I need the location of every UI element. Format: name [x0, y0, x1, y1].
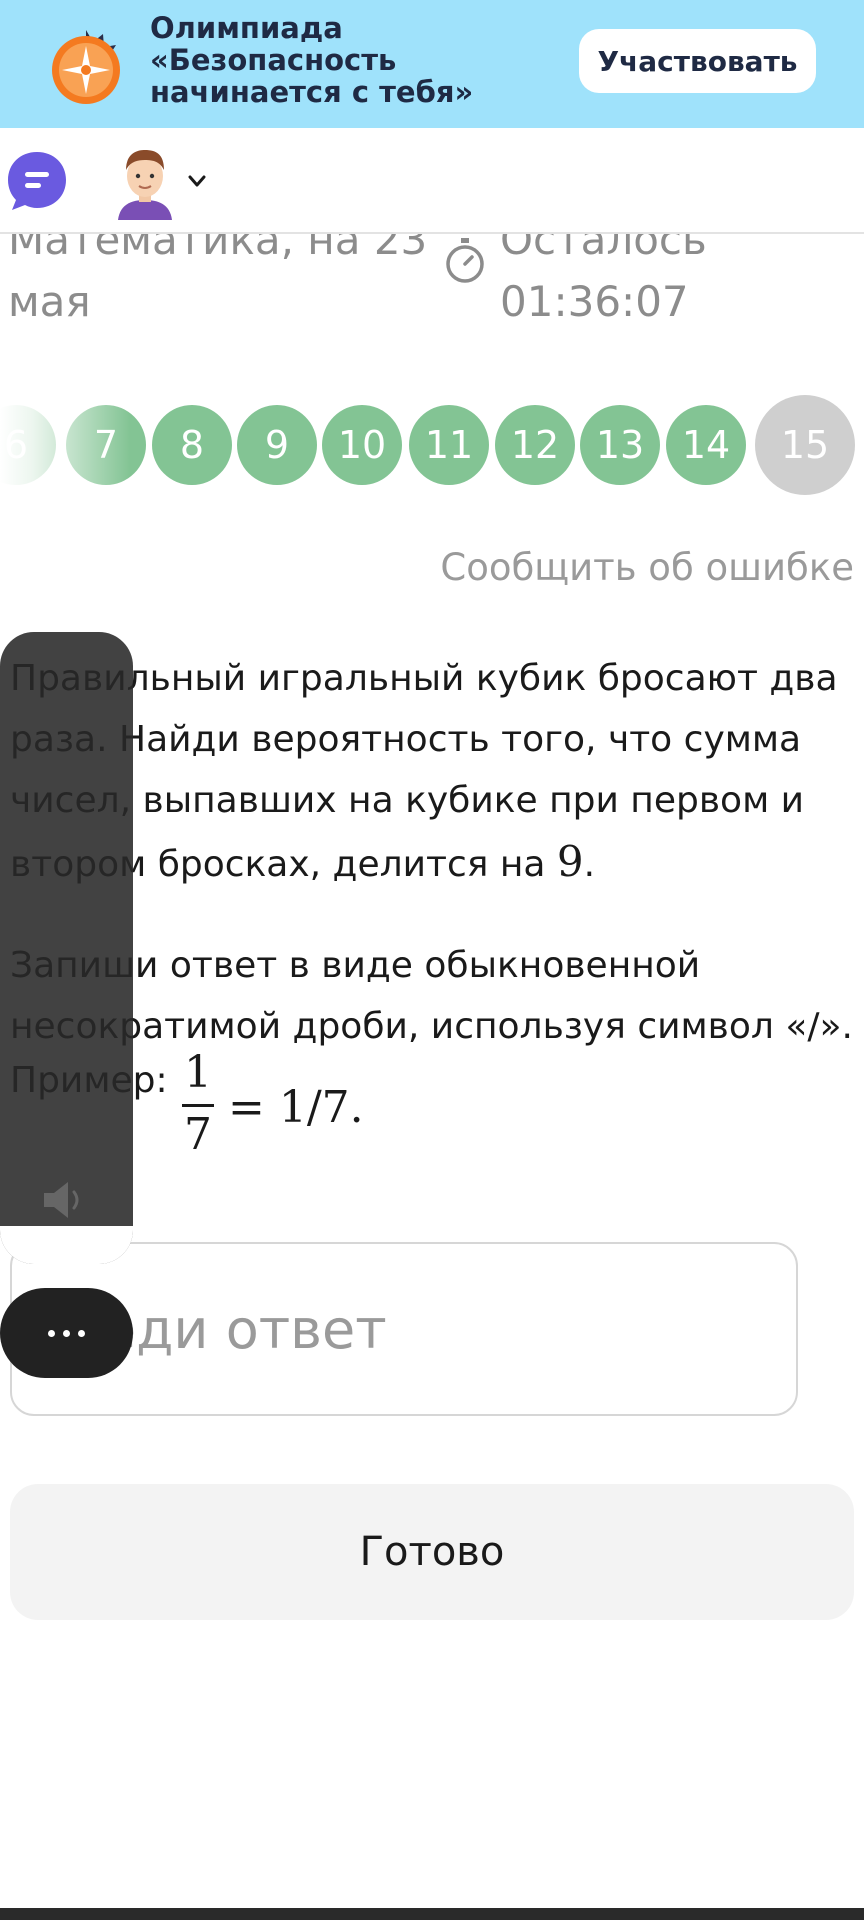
fraction-bar	[182, 1104, 214, 1107]
question-nav-item[interactable]: 11	[409, 405, 489, 485]
panel-bottom-strip	[0, 1226, 133, 1264]
olympiad-banner[interactable]: Олимпиада «Безопасность начинается с теб…	[0, 0, 864, 128]
fraction-numerator: 1	[184, 1047, 212, 1098]
question-nav-item[interactable]: 8	[152, 405, 232, 485]
question-nav-item[interactable]: 12	[495, 405, 575, 485]
question-nav-item-current[interactable]: 15	[755, 395, 855, 495]
olympiad-logo-icon	[52, 30, 120, 104]
question-navigation: 6 7 8 9 10 11 12 13 14 15	[0, 392, 864, 502]
more-dot	[63, 1329, 70, 1337]
nav-fade-overlay	[0, 392, 130, 502]
question-nav-item[interactable]: 14	[666, 405, 746, 485]
speaker-icon[interactable]	[40, 1178, 86, 1222]
banner-title: Олимпиада «Безопасность начинается с теб…	[150, 11, 474, 109]
participate-button[interactable]: Участвовать	[579, 29, 816, 93]
more-options-button[interactable]	[0, 1288, 133, 1378]
question-text: Правильный игральный кубик бросают два р…	[10, 648, 850, 895]
report-error-link[interactable]: Сообщить об ошибке	[440, 546, 854, 589]
more-dot	[78, 1329, 85, 1337]
side-tools-panel[interactable]	[0, 632, 133, 1264]
app-header	[0, 128, 864, 234]
system-bottom-bar	[0, 1908, 864, 1920]
stopwatch-icon	[446, 238, 484, 283]
question-nav-item[interactable]: 9	[237, 405, 317, 485]
more-dots-icon	[48, 1329, 55, 1337]
chat-bubble-icon[interactable]	[6, 150, 68, 212]
divisor-number: 9	[556, 837, 584, 886]
fraction-denominator: 7	[184, 1109, 212, 1160]
question-nav-item[interactable]: 13	[580, 405, 660, 485]
question-body: Правильный игральный кубик бросают два р…	[10, 658, 838, 885]
student-avatar-icon[interactable]	[110, 144, 180, 220]
question-nav-item[interactable]: 10	[322, 405, 402, 485]
done-button[interactable]: Готово	[10, 1484, 854, 1620]
chevron-down-icon[interactable]	[186, 170, 208, 192]
question-end: .	[583, 844, 596, 885]
answer-instruction: Запиши ответ в виде обыкновенной несокра…	[10, 945, 853, 1047]
example-expression: = 1/7.	[228, 1082, 364, 1133]
